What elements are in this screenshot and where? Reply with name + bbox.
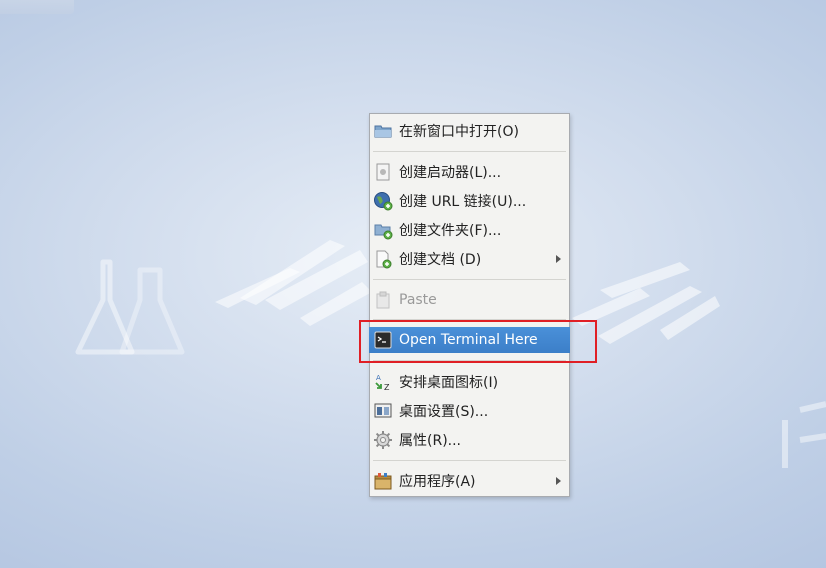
globe-link-icon — [374, 192, 393, 211]
menu-item-paste[interactable]: Paste — [370, 287, 569, 313]
sort-icon: A Z — [375, 374, 390, 392]
launcher-icon — [376, 163, 390, 181]
menu-item-create-url-link[interactable]: 创建 URL 链接(U)... — [370, 188, 569, 214]
menu-item-open-new-window[interactable]: 在新窗口中打开(O) — [370, 118, 569, 144]
menu-item-label: 桌面设置(S)... — [399, 404, 489, 420]
submenu-arrow-icon — [556, 255, 561, 263]
menu-item-label: 创建文件夹(F)... — [399, 223, 502, 239]
menu-item-label: 属性(R)... — [399, 433, 462, 449]
menu-separator — [373, 151, 566, 152]
menu-item-properties[interactable]: 属性(R)... — [370, 427, 569, 453]
people-icon — [782, 401, 826, 468]
svg-text:A: A — [376, 374, 381, 382]
menu-item-label: 创建 URL 链接(U)... — [399, 194, 527, 210]
annotation-highlight-box — [359, 320, 597, 363]
menu-item-label: 创建文档 (D) — [399, 252, 482, 268]
menu-item-label: 安排桌面图标(I) — [399, 375, 499, 391]
paste-icon — [376, 291, 390, 309]
applications-icon — [374, 473, 392, 490]
desktop-settings-icon — [374, 403, 392, 418]
new-folder-icon — [374, 224, 393, 240]
new-document-icon — [376, 250, 392, 269]
menu-item-label: Paste — [399, 292, 437, 308]
menu-separator — [373, 279, 566, 280]
folder-icon — [374, 125, 392, 138]
menu-item-arrange-icons[interactable]: A Z 安排桌面图标(I) — [370, 369, 569, 395]
menu-item-create-folder[interactable]: 创建文件夹(F)... — [370, 217, 569, 243]
menu-item-label: 应用程序(A) — [399, 474, 476, 490]
menu-item-label: 在新窗口中打开(O) — [399, 124, 519, 140]
flask-icon — [75, 259, 185, 355]
menu-item-create-document[interactable]: 创建文档 (D) — [370, 246, 569, 272]
desktop-context-menu: 在新窗口中打开(O) 创建启动器(L)... 创建 URL 链接(U)... 创… — [369, 113, 570, 497]
submenu-arrow-icon — [556, 477, 561, 485]
menu-item-applications[interactable]: 应用程序(A) — [370, 468, 569, 494]
menu-item-desktop-settings[interactable]: 桌面设置(S)... — [370, 398, 569, 424]
gear-icon — [374, 431, 392, 449]
menu-item-label: 创建启动器(L)... — [399, 165, 502, 181]
svg-text:Z: Z — [384, 383, 390, 392]
menu-separator — [373, 460, 566, 461]
menu-item-create-launcher[interactable]: 创建启动器(L)... — [370, 159, 569, 185]
